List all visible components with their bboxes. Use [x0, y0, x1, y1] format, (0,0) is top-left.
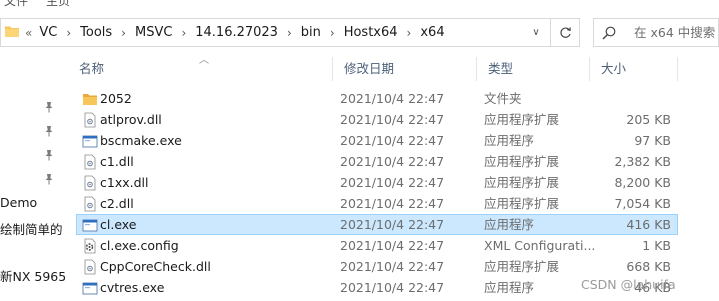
breadcrumb-item[interactable]: MSVC — [133, 25, 174, 40]
file-row[interactable]: c1xx.dll 2021/10/4 22:47 应用程序扩展 8,200 KB — [76, 172, 678, 193]
file-date: 2021/10/4 22:47 — [340, 259, 445, 274]
file-row[interactable]: 2052 2021/10/4 22:47 文件夹 — [76, 88, 678, 109]
breadcrumb-item[interactable]: 14.16.27023 — [193, 25, 280, 40]
file-name: c1.dll — [100, 154, 134, 169]
file-row[interactable]: atlprov.dll 2021/10/4 22:47 应用程序扩展 205 K… — [76, 109, 678, 130]
column-type[interactable]: 类型 — [477, 57, 589, 81]
file-name: CppCoreCheck.dll — [100, 259, 211, 274]
file-row[interactable]: cl.exe.config 2021/10/4 22:47 XML Config… — [76, 235, 678, 256]
file-size: 7,054 KB — [614, 196, 671, 211]
exe-icon — [82, 135, 98, 148]
pin-icon[interactable] — [44, 149, 54, 161]
file-type: XML Configurati... — [484, 238, 596, 253]
file-type: 应用程序 — [484, 217, 535, 232]
file-size: 2,382 KB — [614, 154, 671, 169]
file-date: 2021/10/4 22:47 — [340, 91, 445, 106]
dll-icon — [84, 196, 96, 212]
pin-icon[interactable] — [44, 173, 54, 185]
exe-icon — [82, 282, 98, 295]
folder-icon — [83, 94, 97, 105]
chevron-right-icon[interactable]: › — [400, 26, 419, 40]
file-name: cvtres.exe — [100, 280, 165, 295]
chevron-down-icon: ∨ — [532, 27, 540, 38]
file-date: 2021/10/4 22:47 — [340, 280, 445, 295]
dll-icon — [84, 175, 96, 191]
dll-icon — [84, 112, 96, 128]
file-size: 668 KB — [626, 259, 671, 274]
breadcrumb-item[interactable]: Hostx64 — [342, 25, 400, 40]
file-type: 文件夹 — [484, 91, 522, 106]
file-date: 2021/10/4 22:47 — [340, 133, 445, 148]
pin-icon[interactable] — [44, 125, 54, 137]
refresh-icon — [559, 27, 571, 38]
column-header: ︿ 名称 修改日期 类型 大小 — [68, 55, 679, 81]
file-name: 2052 — [100, 91, 132, 106]
file-date: 2021/10/4 22:47 — [340, 238, 445, 253]
file-type: 应用程序扩展 — [484, 196, 560, 211]
file-type: 应用程序 — [484, 133, 535, 148]
file-size: 97 KB — [634, 133, 671, 148]
file-name: atlprov.dll — [100, 112, 162, 127]
dll-icon — [84, 154, 96, 170]
breadcrumb-item[interactable]: Tools — [78, 25, 114, 40]
breadcrumb-item[interactable]: x64 — [418, 25, 446, 40]
file-size — [596, 89, 671, 108]
breadcrumb-overflow[interactable]: « — [25, 26, 37, 40]
file-row[interactable]: c2.dll 2021/10/4 22:47 应用程序扩展 7,054 KB — [76, 193, 678, 214]
file-date: 2021/10/4 22:47 — [340, 154, 445, 169]
file-date: 2021/10/4 22:47 — [340, 196, 445, 211]
exe-icon — [82, 219, 98, 232]
file-size: 205 KB — [626, 112, 671, 127]
chevron-right-icon[interactable]: › — [59, 26, 78, 40]
address-bar[interactable]: « VC › Tools › MSVC › 14.16.27023 › bin … — [0, 18, 551, 47]
file-size: 1 KB — [642, 238, 671, 253]
search-icon — [602, 26, 616, 40]
chevron-right-icon[interactable]: › — [323, 26, 342, 40]
nav-item[interactable]: Demo — [0, 195, 37, 210]
breadcrumb: « VC › Tools › MSVC › 14.16.27023 › bin … — [25, 19, 447, 46]
file-name: c1xx.dll — [100, 175, 149, 190]
file-row-selected[interactable]: cl.exe 2021/10/4 22:47 应用程序 416 KB — [76, 214, 678, 235]
navigation-pane: Demo 绘制简单的 新NX 5965 — [0, 47, 68, 301]
file-name: c2.dll — [100, 196, 134, 211]
file-date: 2021/10/4 22:47 — [340, 175, 445, 190]
refresh-button[interactable] — [551, 18, 580, 47]
column-size[interactable]: 大小 — [590, 57, 670, 81]
chevron-right-icon[interactable]: › — [174, 26, 193, 40]
file-type: 应用程序扩展 — [484, 259, 560, 274]
file-row[interactable]: c1.dll 2021/10/4 22:47 应用程序扩展 2,382 KB — [76, 151, 678, 172]
ribbon-tab-home[interactable]: 主页 — [46, 0, 70, 9]
chevron-right-icon[interactable]: › — [114, 26, 133, 40]
file-row[interactable]: CppCoreCheck.dll 2021/10/4 22:47 应用程序扩展 … — [76, 256, 678, 277]
file-row[interactable]: bscmake.exe 2021/10/4 22:47 应用程序 97 KB — [76, 130, 678, 151]
search-input[interactable]: 在 x64 中搜索 — [593, 18, 719, 47]
ribbon-tabs: 文件 主页 — [0, 0, 719, 10]
file-size: 416 KB — [626, 217, 671, 232]
nav-item[interactable]: 新NX 5965 — [0, 266, 66, 285]
file-name: cl.exe.config — [100, 238, 179, 253]
config-icon — [84, 238, 96, 254]
file-type: 应用程序扩展 — [484, 175, 560, 190]
ribbon-tab-file[interactable]: 文件 — [4, 0, 28, 9]
breadcrumb-item[interactable]: VC — [37, 25, 59, 40]
column-date-modified[interactable]: 修改日期 — [333, 57, 476, 81]
file-type: 应用程序扩展 — [484, 112, 560, 127]
chevron-right-icon[interactable]: › — [280, 26, 299, 40]
file-name: cl.exe — [100, 217, 137, 232]
file-date: 2021/10/4 22:47 — [340, 217, 445, 232]
folder-icon — [5, 26, 19, 37]
search-placeholder: 在 x64 中搜索 — [634, 25, 716, 40]
pin-icon[interactable] — [44, 101, 54, 113]
watermark: CSDN @lahuifa — [581, 277, 676, 292]
file-type: 应用程序扩展 — [484, 154, 560, 169]
breadcrumb-item[interactable]: bin — [299, 25, 323, 40]
file-name: bscmake.exe — [100, 133, 182, 148]
dll-icon — [84, 259, 96, 275]
file-date: 2021/10/4 22:47 — [340, 112, 445, 127]
column-name[interactable]: 名称 — [68, 57, 332, 81]
nav-item[interactable]: 绘制简单的 — [0, 219, 63, 238]
address-dropdown-button[interactable]: ∨ — [524, 19, 548, 46]
file-type: 应用程序 — [484, 280, 535, 295]
file-size: 8,200 KB — [614, 175, 671, 190]
